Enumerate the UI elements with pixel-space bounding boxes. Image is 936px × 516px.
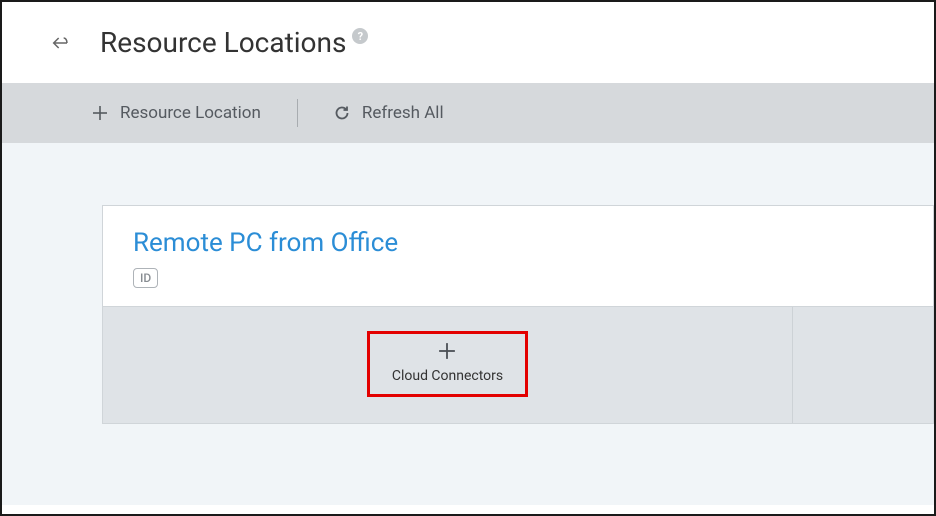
add-resource-location-label: Resource Location	[120, 103, 261, 123]
plus-icon	[438, 342, 456, 360]
content-area: Remote PC from Office ID Cloud Connector…	[2, 143, 934, 505]
highlight-annotation: Cloud Connectors	[367, 331, 528, 397]
cloud-connectors-label: Cloud Connectors	[392, 368, 503, 384]
page-title: Resource Locations ?	[100, 26, 368, 59]
id-badge[interactable]: ID	[133, 268, 158, 288]
cloud-connectors-button[interactable]: Cloud Connectors	[103, 307, 793, 423]
refresh-all-button[interactable]: Refresh All	[334, 103, 444, 123]
resource-location-card: Remote PC from Office ID Cloud Connector…	[102, 205, 934, 424]
card-actions-row: Cloud Connectors	[103, 306, 933, 423]
card-action-secondary[interactable]	[793, 307, 933, 423]
refresh-icon	[334, 105, 350, 121]
toolbar-divider	[297, 99, 298, 127]
page-title-text: Resource Locations	[100, 26, 346, 59]
refresh-all-label: Refresh All	[362, 103, 444, 123]
resource-location-title[interactable]: Remote PC from Office	[133, 228, 903, 258]
back-arrow-icon[interactable]	[52, 35, 72, 51]
plus-icon	[92, 105, 108, 121]
card-header: Remote PC from Office ID	[103, 206, 933, 306]
page-header: Resource Locations ?	[2, 2, 934, 83]
help-icon[interactable]: ?	[352, 28, 368, 44]
toolbar: Resource Location Refresh All	[2, 83, 934, 143]
add-resource-location-button[interactable]: Resource Location	[92, 103, 261, 123]
